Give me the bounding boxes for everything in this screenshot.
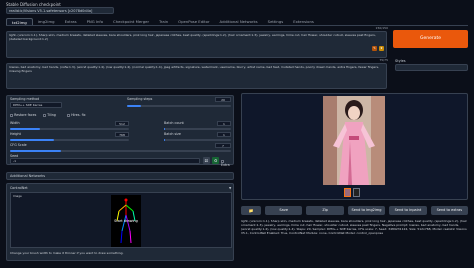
cfg-scale-label: CFG Scale: [10, 143, 27, 147]
sampling-steps-value[interactable]: 20: [215, 97, 231, 102]
hires-fix-checkbox[interactable]: [67, 113, 70, 117]
hires-fix-label: Hires. fix: [71, 113, 86, 117]
save-button[interactable]: Save: [265, 206, 303, 215]
sampling-steps-fill: [127, 105, 141, 107]
tab-extensions[interactable]: Extensions: [288, 18, 319, 25]
height-slider[interactable]: [10, 139, 129, 141]
prompt-text: light, (unicorn:1.1), Sharp skin, medium…: [9, 34, 376, 41]
batch-size-value[interactable]: 1: [217, 132, 231, 137]
restore-faces-label: Restore faces: [14, 113, 37, 117]
extra-option[interactable]: Extra: [221, 159, 233, 167]
sampling-steps-slider[interactable]: [127, 105, 231, 107]
width-label: Width: [10, 121, 20, 125]
batch-size-label: Batch size: [164, 132, 181, 136]
checkpoint-select[interactable]: realistic/Visions V5.1.safetensors [c207…: [6, 7, 114, 14]
tab-txt2img[interactable]: txt2img: [6, 18, 33, 25]
generate-button[interactable]: Generate: [393, 30, 468, 48]
zip-button[interactable]: Zip: [306, 206, 344, 215]
prompt-token-counter: 150/150: [375, 26, 388, 30]
tiling-checkbox[interactable]: [43, 113, 46, 117]
seed-input[interactable]: -1: [10, 158, 200, 164]
collapse-icon[interactable]: ▼: [229, 186, 231, 190]
negative-prompt-text: lowres, bad anatomy, bad hands, (nsfw:1.…: [9, 66, 380, 73]
height-value[interactable]: 768: [115, 132, 129, 137]
cfg-scale-slider[interactable]: [10, 150, 231, 152]
controlnet-title: ControlNet: [10, 186, 28, 190]
tab-png-info[interactable]: PNG Info: [82, 18, 108, 25]
generated-figure-icon: [323, 96, 385, 185]
prompt-textarea[interactable]: light, (unicorn:1.1), Sharp skin, medium…: [6, 31, 387, 58]
send-to-extras-button[interactable]: Send to extras: [430, 206, 469, 215]
width-value[interactable]: 512: [115, 121, 129, 126]
tab-divider: [6, 25, 468, 26]
thumbnail-1[interactable]: [344, 188, 351, 197]
tab-extras[interactable]: Extras: [60, 18, 82, 25]
controlnet-image-canvas[interactable]: Image Start drawing: [10, 192, 232, 248]
tab-img2img[interactable]: img2img: [33, 18, 60, 25]
controlnet-image-label: Image: [13, 194, 22, 198]
controlnet-panel: ControlNet ▼ Image Start drawing Change …: [6, 183, 234, 261]
batch-count-label: Batch count: [164, 121, 184, 125]
tiling-label: Tiling: [47, 113, 56, 117]
style-apply-icon[interactable]: ✎: [372, 46, 377, 51]
controlnet-note: Change your brush width to make it thinn…: [10, 251, 124, 255]
width-fill: [10, 128, 40, 130]
cfg-scale-value[interactable]: 7: [215, 143, 231, 148]
tab-additional-networks[interactable]: Additional Networks: [215, 18, 263, 25]
recycle-icon[interactable]: ♻: [212, 157, 219, 164]
gallery-actions: 📁 Save Zip Send to img2img Send to inpai…: [241, 206, 469, 215]
restore-faces-option[interactable]: Restore faces: [10, 113, 36, 117]
send-to-inpaint-button[interactable]: Send to inpaint: [389, 206, 427, 215]
height-label: Height: [10, 132, 21, 136]
sampling-steps-label: Sampling steps: [127, 97, 153, 101]
sampling-method-label: Sampling method: [10, 97, 40, 101]
extra-networks-icon[interactable]: ★: [379, 46, 384, 51]
tab-settings[interactable]: Settings: [263, 18, 289, 25]
thumbnail-2[interactable]: [353, 188, 360, 197]
restore-faces-checkbox[interactable]: [10, 113, 13, 117]
tab-train[interactable]: Train: [154, 18, 173, 25]
tiling-option[interactable]: Tiling: [43, 113, 56, 117]
batch-count-fill: [164, 128, 166, 130]
main-tabs: txt2img img2img Extras PNG Info Checkpoi…: [6, 18, 319, 25]
tab-checkpoint-merger[interactable]: Checkpoint Merger: [108, 18, 154, 25]
folder-icon[interactable]: 📁: [241, 206, 261, 215]
negative-token-counter: 75/75: [379, 58, 388, 62]
pose-image: Start drawing: [111, 195, 141, 247]
styles-label: Styles: [395, 59, 406, 63]
batch-count-value[interactable]: 1: [217, 121, 231, 126]
height-fill: [10, 139, 55, 141]
styles-select[interactable]: [395, 64, 468, 71]
negative-prompt-textarea[interactable]: lowres, bad anatomy, bad hands, (nsfw:1.…: [6, 63, 387, 89]
batch-size-slider[interactable]: [164, 139, 231, 141]
batch-size-fill: [164, 139, 166, 141]
additional-networks-accordion[interactable]: Additional Networks: [6, 172, 234, 180]
pose-caption: Start drawing: [114, 219, 138, 223]
gallery-thumbnails: [344, 188, 360, 197]
prompt-tools: ✎ ★: [372, 46, 392, 52]
extra-label: Extra: [221, 163, 230, 167]
tab-openpose-editor[interactable]: OpenPose Editor: [173, 18, 214, 25]
sampling-method-select[interactable]: DPM++ SDE Karras: [10, 102, 62, 108]
batch-count-slider[interactable]: [164, 128, 231, 130]
generation-settings-panel: Sampling method DPM++ SDE Karras Samplin…: [6, 95, 234, 167]
hires-fix-option[interactable]: Hires. fix: [67, 113, 86, 117]
width-slider[interactable]: [10, 128, 129, 130]
cfg-scale-fill: [10, 150, 61, 152]
send-to-img2img-button[interactable]: Send to img2img: [347, 206, 386, 215]
generated-image[interactable]: [323, 96, 385, 185]
generation-info: light, (unicorn:1.1), Sharp skin, medium…: [241, 220, 467, 235]
dice-icon[interactable]: ⚄: [203, 157, 210, 164]
